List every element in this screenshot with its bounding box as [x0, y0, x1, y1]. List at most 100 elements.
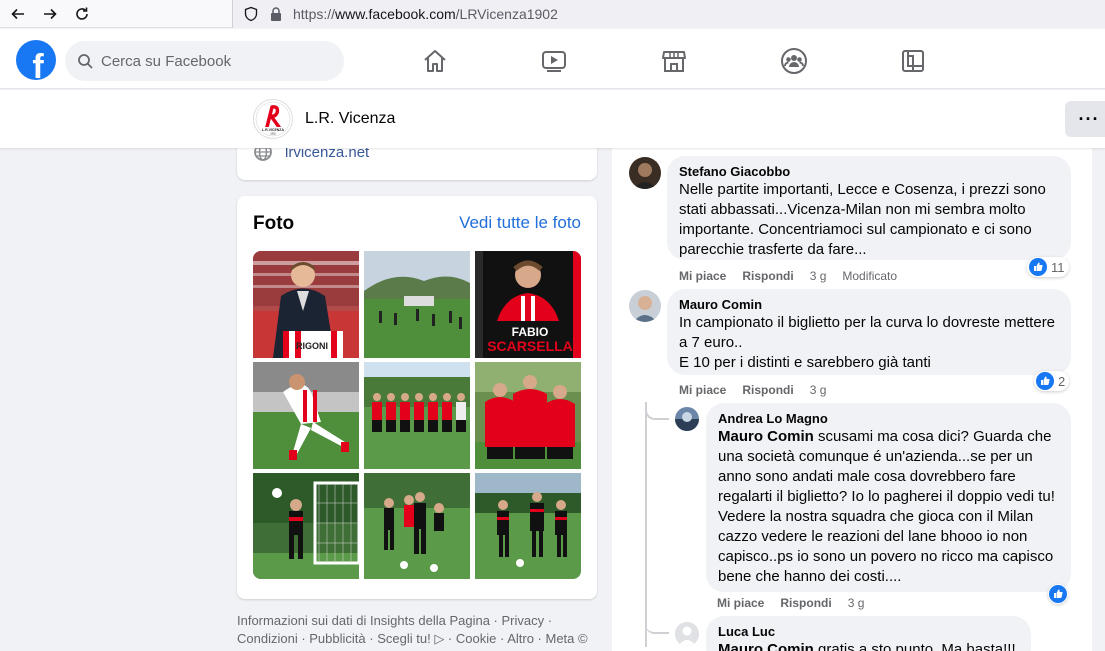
footer-link[interactable]: Cookie: [456, 631, 496, 646]
comment-bubble: Luca Luc Mauro Comin gratis a sto punto.…: [706, 616, 1031, 651]
reaction-count[interactable]: 2: [1034, 371, 1070, 391]
groups-icon: [781, 48, 807, 74]
logo-text: L.R.VICENZA: [262, 128, 284, 132]
url-host: www.facebook.com: [335, 6, 456, 22]
nav-watch[interactable]: [534, 41, 574, 81]
comment-body: gratis a sto punto. Ma basta!!!: [813, 641, 1016, 651]
facebook-logo[interactable]: f: [16, 40, 56, 80]
url-scheme: https://: [293, 6, 336, 22]
nav-marketplace[interactable]: [654, 41, 694, 81]
footer-link[interactable]: Scegli tu!: [377, 631, 430, 646]
comment-author[interactable]: Luca Luc: [718, 624, 1019, 640]
nav-home[interactable]: [415, 41, 455, 81]
page-footer: Informazioni sui dati di Insights della …: [237, 612, 597, 651]
mention-link[interactable]: Mauro Comin: [718, 641, 814, 651]
photo-tile[interactable]: [364, 473, 470, 579]
like-button[interactable]: Mi piace: [679, 383, 726, 397]
comment-text: Mauro Comin gratis a sto punto. Ma basta…: [718, 640, 1019, 651]
avatar[interactable]: [629, 290, 661, 322]
comment-author[interactable]: Andrea Lo Magno: [718, 411, 1059, 427]
page-name[interactable]: L.R. Vicenza: [305, 110, 395, 128]
photo-tile[interactable]: RIGONI: [253, 251, 359, 358]
footer-link[interactable]: Informazioni sui dati di Insights della …: [237, 613, 490, 628]
search-box[interactable]: [65, 41, 344, 81]
avatar[interactable]: [675, 622, 699, 646]
reload-button[interactable]: [68, 0, 96, 28]
footer-link[interactable]: Privacy: [502, 613, 545, 628]
watch-icon: [542, 51, 566, 72]
photo-tile[interactable]: FABIO SCARSELLA: [475, 251, 581, 358]
photo-tile[interactable]: [364, 251, 470, 358]
photo-tile[interactable]: [253, 362, 359, 469]
like-button[interactable]: Mi piace: [679, 269, 726, 283]
photo-grid: RIGONI FABIO SCARSELLA: [253, 251, 581, 579]
photo-tile[interactable]: [253, 473, 359, 579]
reaction-count[interactable]: 11: [1027, 257, 1069, 277]
comment-time[interactable]: 3 g: [810, 383, 827, 397]
footer-link[interactable]: Pubblicità: [309, 631, 365, 646]
url-path: /LRVicenza1902: [455, 6, 558, 22]
facebook-top-bar: f: [0, 29, 1105, 89]
more-options-button[interactable]: ···: [1065, 101, 1105, 137]
reply-thread-connector: [645, 616, 669, 634]
adchoices-icon: ▷: [434, 631, 445, 646]
marketplace-icon: [662, 51, 686, 72]
photos-card: Foto Vedi tutte le foto RIGONI FABIO SCA…: [237, 196, 597, 599]
comment-text: In campionato il biglietto per la curva …: [679, 314, 1056, 351]
photo-caption-name: FABIO: [512, 325, 549, 339]
like-reaction-icon: [1029, 258, 1047, 276]
page-header-bar: L.R.VICENZA 1902 L.R. Vicenza ···: [0, 90, 1105, 148]
back-arrow-icon: [11, 8, 24, 19]
reply-button[interactable]: Rispondi: [780, 596, 831, 610]
forward-arrow-icon: [44, 8, 57, 19]
shield-icon: [243, 6, 259, 22]
reaction-count[interactable]: [1048, 584, 1068, 604]
comment-author[interactable]: Stefano Giacobbo: [679, 164, 1059, 180]
reply-thread-line: [645, 402, 647, 647]
lock-icon: [269, 6, 283, 22]
comment-time[interactable]: 3 g: [810, 269, 827, 283]
search-input[interactable]: [101, 52, 321, 70]
photo-shirt-text: RIGONI: [296, 341, 328, 351]
back-button[interactable]: [4, 0, 32, 28]
search-icon: [78, 54, 93, 69]
mention-link[interactable]: Mauro Comin: [718, 428, 814, 445]
home-icon: [424, 50, 446, 72]
comment-time[interactable]: 3 g: [848, 596, 865, 610]
reaction-number: 11: [1051, 259, 1065, 275]
see-all-photos-link[interactable]: Vedi tutte le foto: [459, 213, 581, 233]
photo-tile[interactable]: [475, 473, 581, 579]
comment-text: E 10 per i distinti e sarebbero già tant…: [679, 354, 931, 371]
comment-bubble: Mauro Comin In campionato il biglietto p…: [667, 289, 1071, 375]
like-reaction-icon: [1036, 372, 1054, 390]
comment-actions: Mi piace Rispondi 3 g: [717, 596, 864, 610]
logo-year: 1902: [270, 133, 276, 136]
photo-tile[interactable]: [364, 362, 470, 469]
page-avatar[interactable]: L.R.VICENZA 1902: [253, 99, 293, 139]
comment-actions: Mi piace Rispondi 3 g Modificato: [679, 269, 897, 283]
forward-button[interactable]: [36, 0, 64, 28]
like-button[interactable]: Mi piace: [717, 596, 764, 610]
like-reaction-icon: [1049, 585, 1067, 603]
reaction-number: 2: [1058, 373, 1066, 389]
comment-author[interactable]: Mauro Comin: [679, 297, 1059, 313]
photo-tile[interactable]: [475, 362, 581, 469]
edited-label: Modificato: [842, 269, 898, 283]
comment-actions: Mi piace Rispondi 3 g: [679, 383, 826, 397]
address-bar[interactable]: https://www.facebook.com/LRVicenza1902: [232, 0, 1105, 28]
avatar[interactable]: [629, 157, 661, 189]
footer-link[interactable]: Condizioni: [237, 631, 298, 646]
comment-body: scusami ma cosa dici? Guarda che una soc…: [718, 428, 1055, 585]
nav-groups[interactable]: [774, 41, 814, 81]
footer-link[interactable]: Altro: [507, 631, 534, 646]
reply-button[interactable]: Rispondi: [742, 383, 793, 397]
photos-title: Foto: [253, 213, 295, 234]
comment-bubble: Stefano Giacobbo Nelle partite important…: [667, 156, 1071, 260]
comment-text: Mauro Comin scusami ma cosa dici? Guarda…: [718, 427, 1059, 587]
avatar[interactable]: [675, 407, 699, 431]
photo-caption-surname: SCARSELLA: [487, 338, 573, 354]
vicenza-logo-icon: L.R.VICENZA 1902: [255, 101, 291, 137]
reply-button[interactable]: Rispondi: [742, 269, 793, 283]
gaming-icon: [902, 50, 924, 72]
nav-gaming[interactable]: [893, 41, 933, 81]
